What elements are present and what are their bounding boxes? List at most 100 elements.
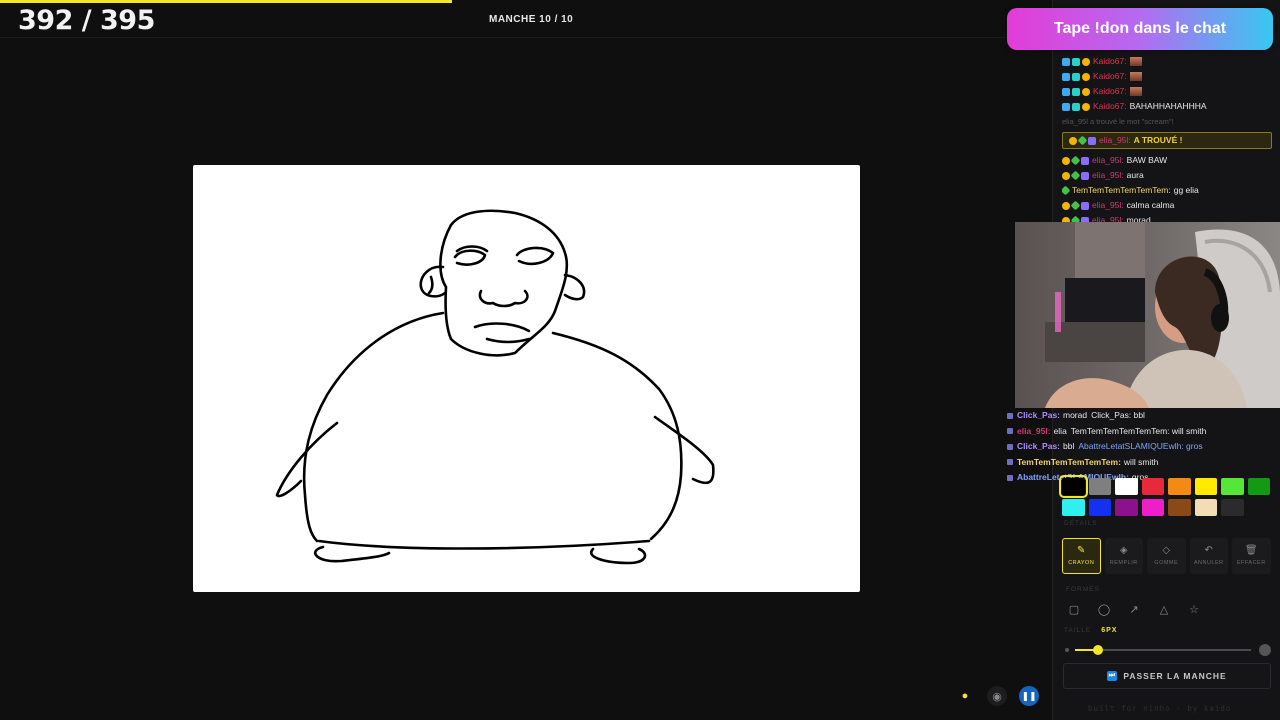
undo-button[interactable]: ↶ ANNULER (1189, 538, 1228, 574)
bucket-icon: ◈ (1119, 545, 1128, 556)
ellipse-shape-button[interactable]: ◯ (1094, 600, 1114, 618)
overlay-text: will smith (1123, 456, 1159, 467)
right-eye-stroke (515, 246, 555, 266)
chat-username: elia_95l: (1092, 155, 1124, 165)
nose-stroke (478, 289, 529, 308)
left-foot-stroke (314, 545, 391, 563)
body-right-stroke (551, 331, 683, 541)
triangle-shape-button[interactable]: △ (1154, 600, 1174, 618)
platform-icon (1007, 428, 1013, 435)
tool-label: ANNULER (1193, 560, 1224, 566)
left-ear-inner-stroke (427, 275, 434, 295)
user-badges (1062, 200, 1089, 210)
overlay-text: bbl (1063, 441, 1075, 451)
color-swatch[interactable] (1141, 499, 1164, 516)
emote-image (1129, 57, 1142, 66)
overlay-text: elia (1053, 425, 1067, 436)
chat-text: aura (1126, 170, 1144, 180)
color-swatch[interactable] (1247, 478, 1270, 495)
user-badges (1069, 135, 1096, 145)
round-indicator: MANCHE 10 / 10 (489, 14, 574, 25)
color-swatch[interactable] (1194, 478, 1217, 495)
color-swatch[interactable] (1059, 475, 1088, 498)
right-ear-stroke (563, 273, 586, 301)
platform-icon (1007, 443, 1013, 450)
user-badges (1062, 72, 1090, 81)
color-swatch[interactable] (1115, 499, 1138, 516)
pencil-icon: ✎ (1077, 545, 1086, 556)
tool-bar: ✎ CRAYON ◈ REMPLIR ◇ GOMME ↶ ANNULER 🗑 E… (1062, 538, 1271, 574)
circle-icon: ◯ (1097, 603, 1111, 616)
donation-banner: Tape !don dans le chat (1007, 8, 1273, 50)
webcam-image (1015, 222, 1280, 408)
color-swatch[interactable] (1062, 499, 1085, 516)
color-swatch[interactable] (1088, 478, 1111, 495)
square-icon: ▢ (1068, 603, 1080, 616)
overlay-chat-line: elia_95l: elia TemTemTemTemTemTem: will … (1007, 424, 1277, 440)
left-arm-stroke (275, 421, 339, 498)
slider-thumb[interactable] (1092, 645, 1103, 655)
system-message: elia_95l a trouvé le mot "scream"! (1062, 114, 1272, 129)
color-swatch[interactable] (1088, 499, 1111, 516)
overlay-chat: Click_Pas: morad Click_Pas: bbl elia_95l… (1007, 408, 1277, 486)
size-value: 6PX (1101, 627, 1118, 634)
platform-icon (1007, 474, 1013, 481)
found-word-alert: elia_95l: A TROUVÉ ! (1062, 132, 1272, 149)
skip-round-button[interactable]: ⏭ PASSER LA MANCHE (1063, 663, 1271, 689)
round-progress-bar (0, 0, 453, 3)
color-swatch[interactable] (1168, 478, 1191, 495)
palette-row (1062, 499, 1272, 516)
overlay-username: Click_Pas: (1017, 410, 1060, 420)
color-swatch[interactable] (1115, 478, 1138, 495)
pencil-tool-button[interactable]: ✎ CRAYON (1062, 538, 1101, 574)
size-label: TAILLE (1064, 627, 1092, 634)
rectangle-shape-button[interactable]: ▢ (1064, 600, 1084, 618)
color-swatch[interactable] (1221, 499, 1244, 516)
eraser-tool-button[interactable]: ◇ GOMME (1147, 538, 1186, 574)
emote-image (1129, 87, 1142, 96)
color-swatch[interactable] (1221, 478, 1244, 495)
reveal-button[interactable]: ◉ (987, 686, 1007, 706)
platform-icon (1007, 412, 1013, 419)
hint-button[interactable]: ● (955, 686, 975, 706)
color-swatch[interactable] (1141, 478, 1164, 495)
pause-icon: ❚❚ (1021, 690, 1037, 701)
mouth-stroke (473, 322, 531, 333)
chat-text: calma calma (1126, 200, 1175, 210)
overlay-chat-line: TemTemTemTemTemTem: will smith (1007, 455, 1277, 471)
brush-size-slider[interactable] (1065, 643, 1271, 657)
color-swatch[interactable] (1194, 499, 1217, 516)
webcam-feed (1015, 222, 1280, 408)
arrow-shape-button[interactable]: ↗ (1124, 600, 1144, 618)
drawing-canvas[interactable] (193, 165, 860, 592)
arrow-icon: ↗ (1129, 603, 1139, 616)
eraser-icon: ◇ (1162, 545, 1171, 556)
bottom-stroke (317, 539, 651, 550)
top-bar: 392 / 395 MANCHE 10 / 10 (0, 0, 1052, 38)
details-label: DÉTAILS (1064, 520, 1098, 527)
user-badges (1062, 102, 1090, 111)
overlay-chat-line: Click_Pas: bbl AbattreLetatSLAMIQUEwlh: … (1007, 439, 1277, 455)
fill-tool-button[interactable]: ◈ REMPLIR (1104, 538, 1143, 574)
chat-username: Kaido67: (1093, 101, 1127, 111)
min-size-dot (1065, 648, 1069, 652)
overlay-username: elia_95l: (1017, 425, 1051, 436)
skip-icon: ⏭ (1107, 671, 1118, 681)
star-shape-button[interactable]: ☆ (1184, 600, 1204, 618)
chat-text: BAHAHHAHAHHHA (1129, 101, 1207, 111)
user-badges (1062, 185, 1071, 196)
right-arm-stroke (653, 415, 715, 485)
chin-stroke (485, 337, 531, 344)
chat-feed: Kaido67: Kaido67: Kaido67: Kaido67: BAHA… (1062, 54, 1272, 228)
chat-username: elia_95l: (1099, 135, 1131, 145)
overlay-text-behind: TemTemTemTemTemTem: will smith (1070, 425, 1207, 436)
right-foot-stroke (589, 547, 647, 565)
clear-button[interactable]: 🗑 EFFACER (1232, 538, 1271, 574)
pause-button[interactable]: ❚❚ (1019, 686, 1039, 706)
color-swatch[interactable] (1168, 499, 1191, 516)
user-badges (1062, 170, 1089, 180)
found-text: A TROUVÉ ! (1133, 135, 1183, 145)
chat-message: Kaido67: (1062, 69, 1272, 84)
system-text: elia_95l a trouvé le mot "scream"! (1062, 117, 1174, 126)
triangle-icon: △ (1159, 603, 1169, 616)
